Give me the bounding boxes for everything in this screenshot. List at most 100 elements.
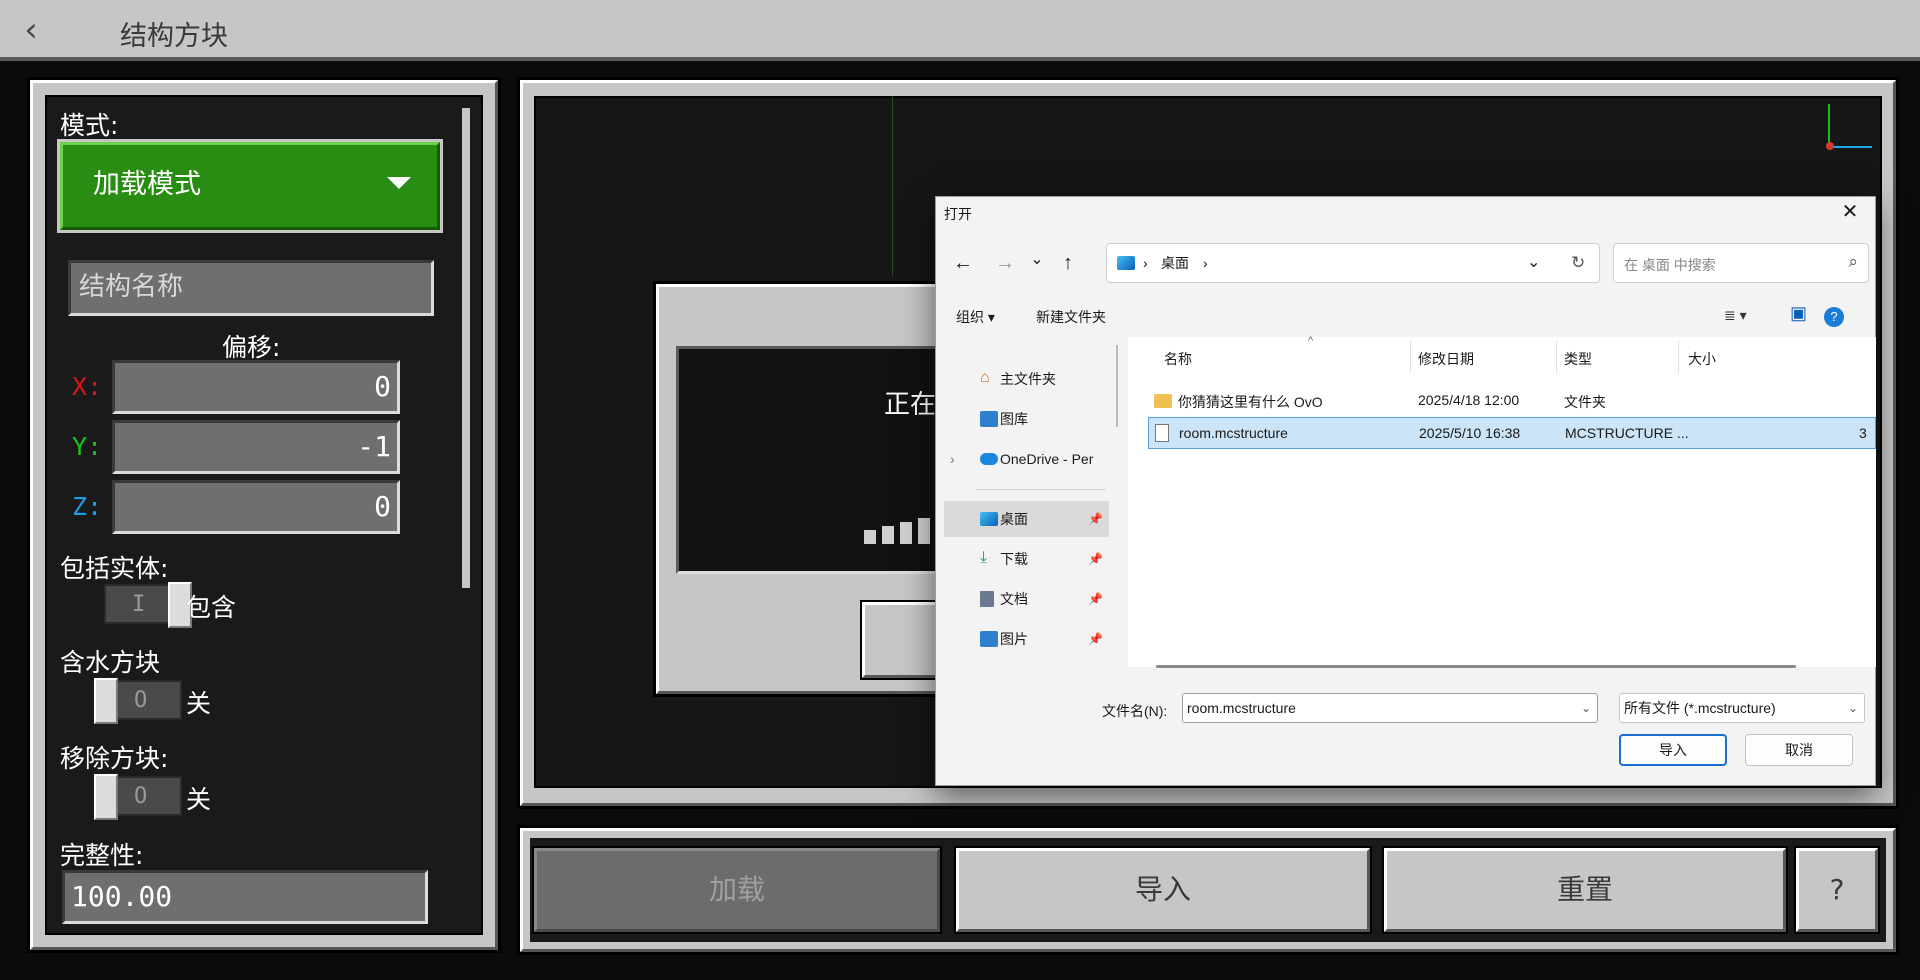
open-button[interactable]: 导入 bbox=[1619, 734, 1727, 766]
offset-y-input[interactable]: -1 bbox=[112, 420, 400, 474]
organize-menu[interactable]: 组织 ▾ bbox=[956, 307, 995, 327]
import-button[interactable]: 导入 bbox=[956, 848, 1370, 932]
offset-y-label: Y: bbox=[72, 432, 103, 461]
offset-z-label: Z: bbox=[72, 492, 103, 521]
column-type[interactable]: 类型 bbox=[1564, 349, 1592, 369]
file-date: 2025/4/18 12:00 bbox=[1418, 392, 1520, 408]
file-name: room.mcstructure bbox=[1179, 425, 1288, 441]
offset-x-input[interactable]: 0 bbox=[112, 360, 400, 414]
recent-locations-icon[interactable]: ⌄ bbox=[1022, 245, 1052, 275]
pin-icon: 📌 bbox=[1088, 632, 1103, 646]
column-size[interactable]: 大小 bbox=[1688, 349, 1716, 369]
help-button[interactable]: ? bbox=[1796, 848, 1878, 932]
new-folder-button[interactable]: 新建文件夹 bbox=[1036, 307, 1106, 327]
mode-dropdown[interactable]: 加载模式 bbox=[60, 142, 440, 230]
mode-label: 模式: bbox=[60, 111, 119, 140]
remove-blocks-state: 关 bbox=[186, 785, 212, 814]
nav-item-label: 主文件夹 bbox=[1000, 371, 1056, 387]
preview-pane-icon[interactable]: ▣ bbox=[1790, 303, 1807, 324]
horizontal-scrollbar[interactable] bbox=[1156, 665, 1796, 668]
forward-arrow-icon[interactable]: → bbox=[990, 248, 1020, 278]
filetype-select[interactable]: 所有文件 (*.mcstructure) ⌄ bbox=[1619, 693, 1865, 723]
nav-item-home[interactable]: ⌂ 主文件夹 bbox=[944, 361, 1109, 397]
nav-item-desktop[interactable]: 桌面 📌 bbox=[944, 501, 1109, 537]
column-separator[interactable] bbox=[1556, 341, 1557, 373]
file-date: 2025/5/10 16:38 bbox=[1419, 425, 1521, 441]
offset-label: 偏移: bbox=[222, 333, 281, 362]
search-icon: ⌕ bbox=[1848, 252, 1858, 271]
nav-item-onedrive[interactable]: › OneDrive - Per bbox=[944, 441, 1109, 477]
filename-input[interactable]: room.mcstructure ⌄ bbox=[1182, 693, 1598, 723]
toggle-off-mark: O bbox=[134, 784, 148, 809]
pictures-icon bbox=[980, 631, 998, 647]
back-arrow-icon[interactable]: ← bbox=[948, 248, 978, 278]
nav-divider bbox=[976, 489, 1106, 490]
axis-origin-indicator bbox=[1826, 142, 1834, 150]
chevron-down-icon[interactable]: ⌄ bbox=[1581, 694, 1591, 722]
filename-label: 文件名(N): bbox=[1102, 703, 1168, 719]
gallery-icon bbox=[980, 411, 998, 427]
remove-blocks-toggle[interactable]: O bbox=[94, 774, 182, 820]
navigation-pane: ⌂ 主文件夹 图库 › OneDrive - Per 桌面 📌 ⤓ 下载 📌 文… bbox=[936, 337, 1117, 677]
search-input[interactable]: 在 桌面 中搜索 ⌕ bbox=[1613, 243, 1869, 283]
offset-z-input[interactable]: 0 bbox=[112, 480, 400, 534]
offset-x-label: X: bbox=[72, 372, 103, 401]
loading-bar-segment bbox=[882, 526, 894, 544]
loading-text: 正在 bbox=[884, 390, 937, 420]
waterlogged-label: 含水方块 bbox=[60, 648, 161, 677]
address-dropdown-icon[interactable]: ⌄ bbox=[1527, 244, 1540, 282]
search-placeholder: 在 桌面 中搜索 bbox=[1624, 257, 1716, 273]
nav-pane-scrollbar[interactable] bbox=[1116, 345, 1118, 427]
integrity-input[interactable]: 100.00 bbox=[62, 870, 428, 924]
file-type: 文件夹 bbox=[1564, 394, 1606, 410]
nav-item-label: 文档 bbox=[1000, 591, 1028, 607]
file-size: 3 bbox=[1859, 425, 1867, 441]
view-options-icon[interactable]: ≣ ▾ bbox=[1724, 307, 1747, 324]
chevron-down-icon: ⌄ bbox=[1847, 701, 1858, 715]
nav-item-gallery[interactable]: 图库 bbox=[944, 401, 1109, 437]
file-row-selected[interactable]: room.mcstructure 2025/5/10 16:38 MCSTRUC… bbox=[1148, 417, 1876, 449]
nav-item-documents[interactable]: 文档 📌 bbox=[944, 581, 1109, 617]
page-title: 结构方块 bbox=[120, 21, 228, 52]
pin-icon: 📌 bbox=[1088, 512, 1103, 526]
structure-name-input[interactable]: 结构名称 bbox=[68, 260, 434, 316]
close-icon[interactable]: ✕ bbox=[1837, 199, 1863, 225]
document-icon bbox=[980, 591, 994, 607]
file-row-folder[interactable]: 你猜猜这里有什么 OvO 2025/4/18 12:00 文件夹 bbox=[1148, 385, 1876, 417]
loading-bar-segment bbox=[864, 530, 876, 544]
load-button[interactable]: 加载 bbox=[534, 848, 940, 932]
mode-value: 加载模式 bbox=[93, 169, 201, 200]
column-separator[interactable] bbox=[1410, 341, 1411, 373]
toggle-off-mark: O bbox=[134, 688, 148, 713]
nav-item-label: OneDrive - Per bbox=[1000, 451, 1094, 467]
up-arrow-icon[interactable]: ↑ bbox=[1053, 248, 1083, 278]
nav-item-pictures[interactable]: 图片 📌 bbox=[944, 621, 1109, 657]
file-icon bbox=[1155, 424, 1169, 442]
expand-chevron-icon[interactable]: › bbox=[950, 441, 955, 477]
filetype-value: 所有文件 (*.mcstructure) bbox=[1624, 700, 1776, 716]
waterlogged-toggle[interactable]: O bbox=[94, 678, 182, 724]
breadcrumb-separator: › bbox=[1143, 255, 1148, 271]
breadcrumb-separator: › bbox=[1203, 255, 1208, 271]
download-icon: ⤓ bbox=[980, 549, 988, 566]
breadcrumb-desktop[interactable]: 桌面 bbox=[1161, 244, 1189, 282]
column-separator[interactable] bbox=[1678, 341, 1679, 373]
home-icon: ⌂ bbox=[980, 369, 990, 386]
refresh-icon[interactable]: ↻ bbox=[1571, 244, 1585, 282]
integrity-label: 完整性: bbox=[60, 841, 144, 870]
settings-scrollbar[interactable] bbox=[462, 108, 470, 588]
desktop-icon bbox=[980, 512, 998, 526]
help-icon[interactable]: ? bbox=[1824, 307, 1844, 327]
nav-item-downloads[interactable]: ⤓ 下载 📌 bbox=[944, 541, 1109, 577]
include-entities-toggle[interactable]: I bbox=[104, 582, 192, 628]
address-bar[interactable]: › 桌面 › ⌄ ↻ bbox=[1106, 243, 1600, 283]
filename-value: room.mcstructure bbox=[1187, 700, 1296, 716]
waterlogged-state: 关 bbox=[186, 689, 212, 718]
column-name[interactable]: 名称 bbox=[1164, 349, 1192, 369]
reset-button[interactable]: 重置 bbox=[1384, 848, 1786, 932]
cancel-button[interactable]: 取消 bbox=[1745, 734, 1853, 766]
back-icon[interactable]: ‹ bbox=[14, 10, 48, 50]
column-date[interactable]: 修改日期 bbox=[1418, 349, 1474, 369]
include-entities-label: 包括实体: bbox=[60, 554, 169, 583]
folder-icon bbox=[1154, 394, 1172, 408]
